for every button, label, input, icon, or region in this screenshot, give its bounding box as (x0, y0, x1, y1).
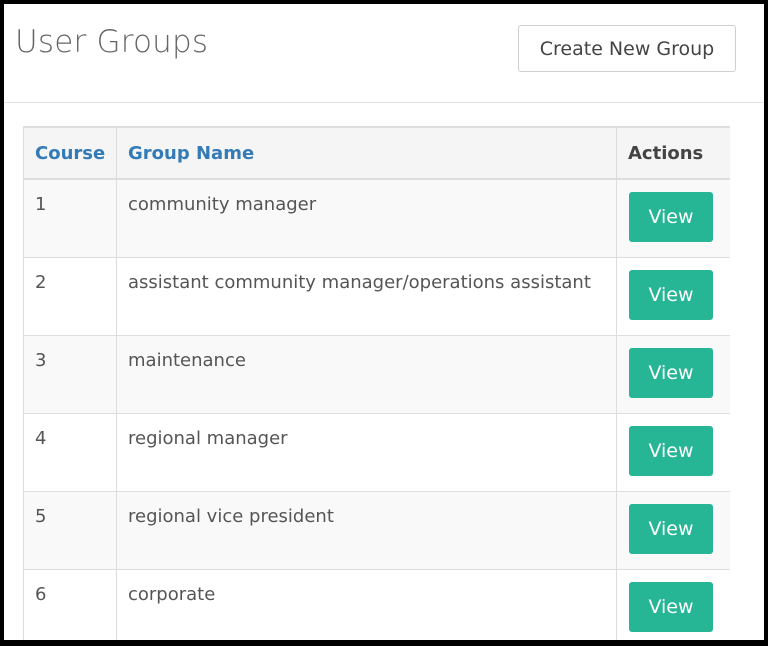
table-row: 5 regional vice president View (23, 490, 730, 570)
page-header: User Groups Create New Group (4, 4, 764, 103)
actions-cell: View (616, 412, 730, 492)
app-frame: User Groups Create New Group Course Grou… (4, 4, 764, 640)
course-cell: 2 (23, 256, 117, 336)
actions-cell: View (616, 568, 730, 640)
table-row: 1 community manager View (23, 178, 730, 258)
actions-cell: View (616, 490, 730, 570)
user-groups-table: Course Group Name Actions 1 community ma… (23, 126, 730, 640)
view-button[interactable]: View (629, 503, 713, 554)
column-header-actions: Actions (616, 126, 730, 180)
view-button[interactable]: View (629, 425, 713, 476)
column-header-group-name[interactable]: Group Name (116, 126, 617, 180)
course-cell: 1 (23, 178, 117, 258)
actions-cell: View (616, 334, 730, 414)
course-cell: 3 (23, 334, 117, 414)
group-name-cell: community manager (116, 178, 617, 258)
view-button[interactable]: View (629, 192, 713, 242)
table-row: 3 maintenance View (23, 334, 730, 414)
table-row: 4 regional manager View (23, 412, 730, 492)
course-cell: 4 (23, 412, 117, 492)
table-header-row: Course Group Name Actions (23, 126, 730, 180)
column-header-course[interactable]: Course (23, 126, 117, 180)
view-button[interactable]: View (629, 581, 713, 632)
view-button[interactable]: View (629, 269, 713, 320)
group-name-cell: maintenance (116, 334, 617, 414)
actions-cell: View (616, 256, 730, 336)
table-row: 2 assistant community manager/operations… (23, 256, 730, 336)
view-button[interactable]: View (629, 347, 713, 398)
course-cell: 5 (23, 490, 117, 570)
user-groups-table-container: Course Group Name Actions 1 community ma… (23, 126, 730, 640)
group-name-cell: regional vice president (116, 490, 617, 570)
page-title: User Groups (15, 24, 209, 60)
actions-cell: View (616, 178, 730, 258)
table-row: 6 corporate View (23, 568, 730, 640)
group-name-cell: regional manager (116, 412, 617, 492)
group-name-cell: assistant community manager/operations a… (116, 256, 617, 336)
course-cell: 6 (23, 568, 117, 640)
create-new-group-button[interactable]: Create New Group (518, 25, 736, 72)
group-name-cell: corporate (116, 568, 617, 640)
